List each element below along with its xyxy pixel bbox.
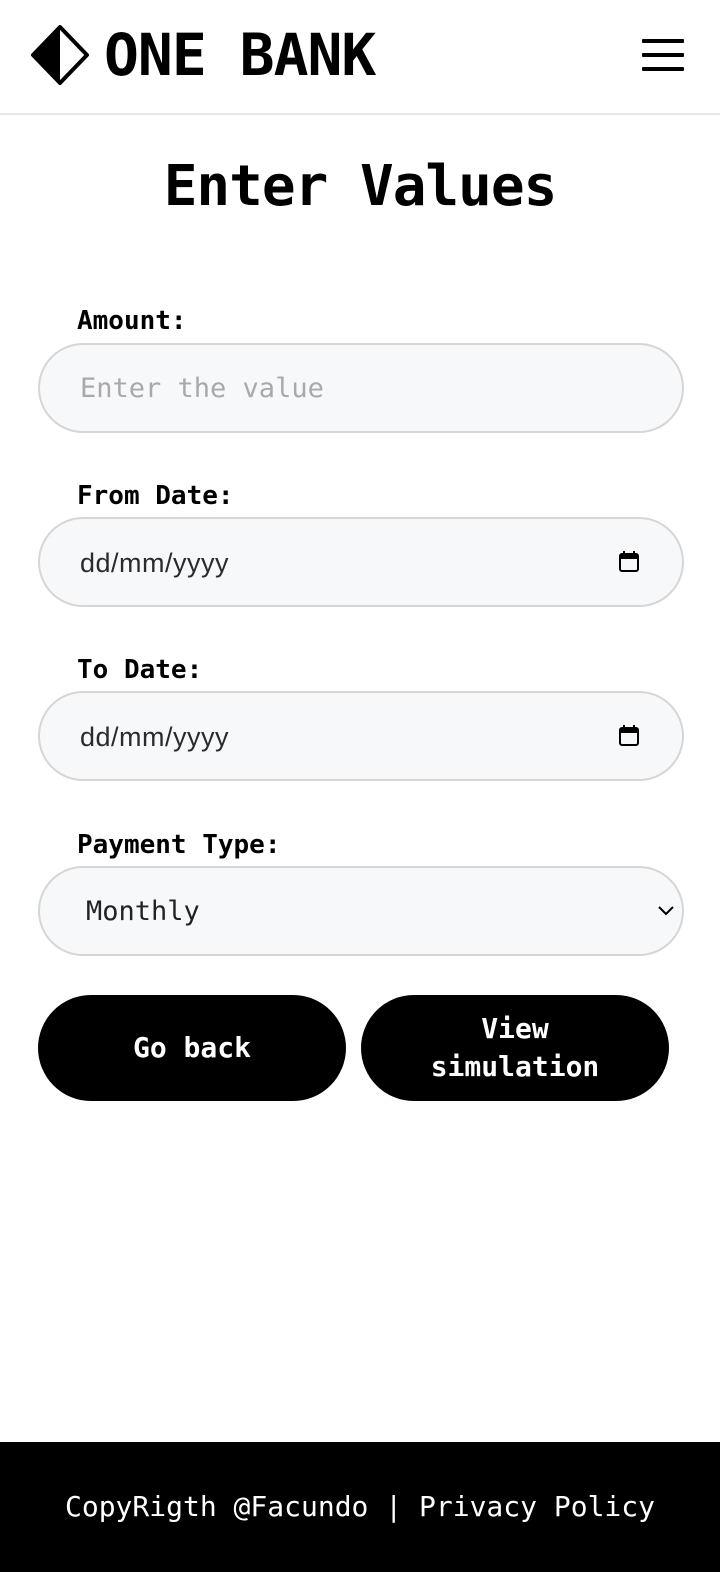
payment-type-selected: Monthly	[86, 896, 200, 927]
footer-separator: |	[368, 1490, 419, 1523]
go-back-button[interactable]: Go back	[38, 995, 346, 1101]
menu-bar	[642, 53, 684, 57]
from-date-placeholder: dd/mm/yyyy	[80, 548, 230, 578]
footer: CopyRigth @Facundo | Privacy Policy	[0, 1442, 720, 1572]
hamburger-menu-icon[interactable]	[640, 36, 686, 74]
brand-name[interactable]: ONE BANK	[104, 22, 376, 88]
calendar-icon[interactable]	[618, 725, 640, 747]
top-header: ONE BANK	[0, 0, 720, 115]
privacy-policy-link[interactable]: Privacy Policy	[419, 1490, 655, 1524]
from-date-input[interactable]: dd/mm/yyyy	[38, 517, 684, 607]
to-date-placeholder: dd/mm/yyyy	[80, 722, 230, 752]
to-date-label: To Date:	[77, 655, 203, 685]
payment-type-select[interactable]: Monthly	[38, 866, 684, 956]
amount-placeholder: Enter the value	[80, 373, 324, 404]
to-date-input[interactable]: dd/mm/yyyy	[38, 691, 684, 781]
copyright-text: CopyRigth @Facundo	[64, 1490, 369, 1523]
menu-bar	[642, 39, 684, 43]
view-simulation-button[interactable]: View simulation	[361, 995, 669, 1101]
menu-bar	[642, 67, 684, 71]
page-title: Enter Values	[163, 154, 558, 219]
amount-input[interactable]: Enter the value	[38, 343, 684, 433]
diamond-logo-icon[interactable]	[30, 25, 90, 85]
amount-label: Amount:	[77, 306, 187, 336]
payment-type-label: Payment Type:	[77, 830, 281, 860]
chevron-down-icon	[658, 906, 674, 916]
from-date-label: From Date:	[77, 481, 234, 511]
calendar-icon[interactable]	[618, 551, 640, 573]
